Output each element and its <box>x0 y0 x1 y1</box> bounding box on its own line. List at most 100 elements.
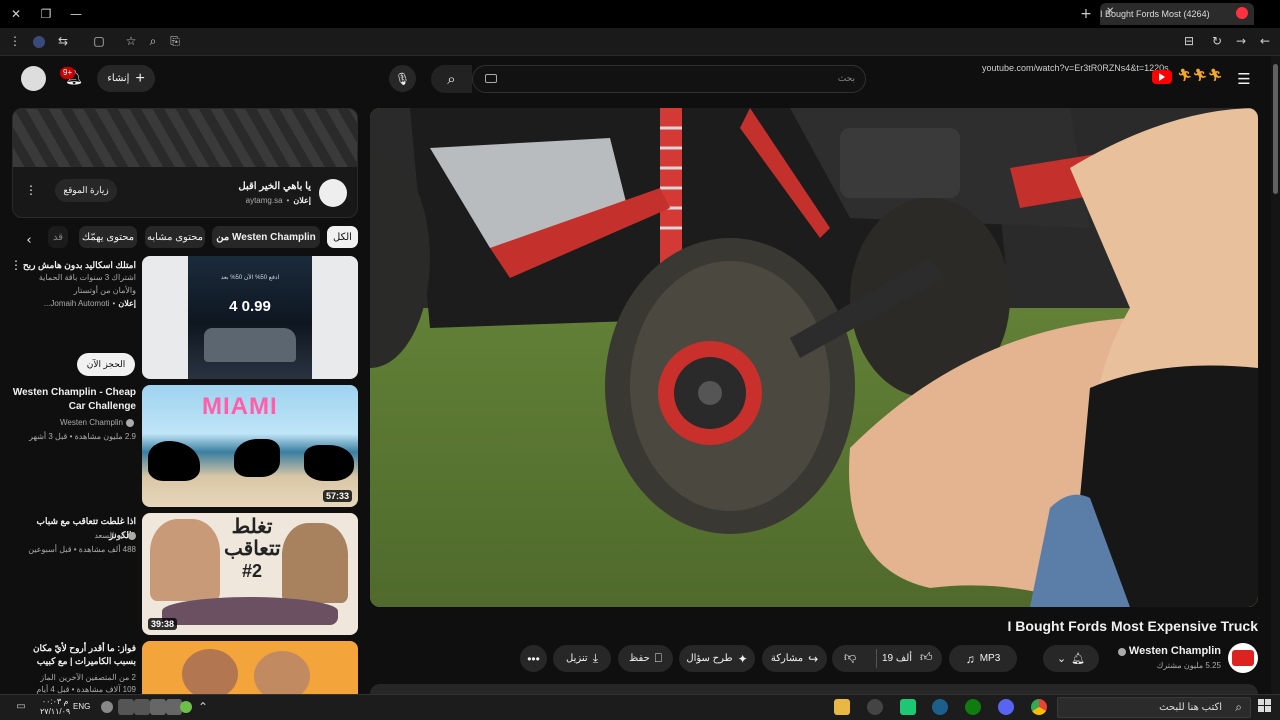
like-icon[interactable]: 👍︎ <box>920 650 933 665</box>
video-title[interactable]: Westen Champlin - Cheap Car Challenge <box>10 386 136 414</box>
network-icon[interactable] <box>118 699 134 715</box>
language-indicator[interactable]: ENG <box>73 702 90 711</box>
subscriber-count: 5.25 مليون مشترك <box>1156 661 1221 670</box>
ad-more-icon[interactable]: ⋮ <box>25 183 37 197</box>
download-icon: ⤓ <box>592 651 598 665</box>
keyboard-icon[interactable] <box>485 74 497 83</box>
car-silhouette <box>304 445 354 481</box>
zoom-icon[interactable]: ⌕ <box>146 34 160 48</box>
book-now-button[interactable]: الحجز الآن <box>77 353 135 376</box>
like-count[interactable]: 19 ألف <box>882 653 912 664</box>
taskbar-search-input[interactable]: اكتب هنا للبحث ⌕ <box>1057 697 1251 718</box>
share-page-icon[interactable]: ⎘ <box>168 34 182 48</box>
mp3-label: MP3 <box>979 653 1001 664</box>
subscribe-button[interactable]: ⌄ 🔔︎ <box>1043 645 1099 672</box>
file-explorer-icon[interactable] <box>834 699 850 715</box>
video-title[interactable]: فواز: ما أقدر أروح لأيّ مكان بسبب الكامي… <box>10 642 136 668</box>
dislike-icon[interactable]: 👎︎ <box>844 650 856 665</box>
minimize-window-icon[interactable]: — <box>68 6 84 22</box>
chevron-up-icon[interactable]: ⌃ <box>196 699 210 715</box>
taskbar: اكتب هنا للبحث ⌕ ۰۰:۰۳ م ۲۷/۱۱/۰۹ ENG ▭ <box>0 694 1280 720</box>
microphone-icon: 🎙︎ <box>394 71 411 86</box>
scrollbar-thumb[interactable] <box>1273 64 1278 194</box>
notification-center-icon[interactable]: ▭ <box>14 699 28 713</box>
video-player[interactable] <box>370 108 1258 607</box>
steam-icon[interactable] <box>932 699 948 715</box>
volume-icon[interactable] <box>134 699 150 715</box>
more-actions-button[interactable]: ••• <box>520 645 547 672</box>
tray-app-icon[interactable] <box>150 699 166 715</box>
close-window-icon[interactable]: ✕ <box>8 6 24 22</box>
new-tab-icon[interactable]: + <box>1078 6 1094 22</box>
ad-thumbnail[interactable]: ادفع 50% الآن 50% بعد 4 0.99 <box>142 256 358 379</box>
ask-button[interactable]: طرح سؤال ✦ <box>679 645 755 672</box>
bookmark-star-icon[interactable]: ☆ <box>124 34 138 48</box>
puzzle-icon[interactable]: ▢ <box>92 34 106 48</box>
thumb-title-line2: تتعاقب <box>224 538 281 560</box>
discord-icon[interactable] <box>998 699 1014 715</box>
video-frame <box>370 108 1258 607</box>
app-icon[interactable] <box>900 699 916 715</box>
tab-close-icon[interactable]: ✕ <box>1106 6 1114 17</box>
back-arrow-icon[interactable]: ← <box>1258 34 1272 48</box>
chip-more[interactable]: قد <box>48 226 68 248</box>
xbox-icon[interactable] <box>965 699 981 715</box>
ad-title: يا باهي الخير اقبل <box>238 181 311 192</box>
search-icon: ⌕ <box>447 70 456 88</box>
tray-app-icon[interactable] <box>101 701 113 713</box>
save-button[interactable]: حفظ ⎕ <box>618 645 673 672</box>
video-thumbnail[interactable]: MIAMI 57:33 <box>142 385 358 507</box>
description-box[interactable] <box>370 684 1258 694</box>
channel-avatar[interactable] <box>1228 643 1258 673</box>
chrome-icon[interactable] <box>1031 699 1047 715</box>
verified-icon <box>128 532 136 540</box>
video-title: I Bought Fords Most Expensive Truck <box>1007 618 1258 634</box>
car-image <box>204 328 296 362</box>
avatar[interactable] <box>21 66 46 91</box>
ad-card[interactable]: يا باهي الخير اقبل إعلان • aytamg.sa زيا… <box>12 108 358 218</box>
chevron-left-icon[interactable]: ‹ <box>22 233 36 248</box>
browser-tab[interactable]: (4264) I Bought Fords Most ✕ <box>1100 3 1254 25</box>
voice-search-button[interactable]: 🎙︎ <box>389 65 416 92</box>
windows-start-icon[interactable] <box>1258 699 1272 713</box>
more-actions-icon[interactable]: ⋮ <box>10 258 22 272</box>
tray-app-icon[interactable] <box>180 701 192 713</box>
menu-dots-icon[interactable]: ⋮ <box>8 34 22 48</box>
install-app-icon[interactable]: ⊟ <box>1182 34 1196 48</box>
chip-interest[interactable]: محتوى يهمّك <box>79 226 137 248</box>
chip-all[interactable]: الكل <box>327 226 358 248</box>
video-thumbnail[interactable]: تغلط تتعاقب #2 39:38 <box>142 513 358 635</box>
clock[interactable]: ۰۰:۰۳ م ۲۷/۱۱/۰۹ <box>40 697 70 717</box>
mp3-button[interactable]: ♫ MP3 <box>949 645 1017 672</box>
hamburger-menu-icon[interactable]: ☰ <box>1235 70 1253 88</box>
page-scrollbar[interactable] <box>1271 56 1280 694</box>
search-input[interactable]: بحث <box>472 65 866 93</box>
doodle-icon[interactable]: 🏃︎🏃︎🏃︎ <box>1177 68 1223 86</box>
reload-icon[interactable]: ↻ <box>1210 34 1224 48</box>
chip-from-channel[interactable]: من Westen Champlin <box>212 226 320 248</box>
forward-arrow-icon[interactable]: → <box>1234 34 1248 48</box>
app-icon[interactable] <box>867 699 883 715</box>
video-thumbnail[interactable] <box>142 641 358 694</box>
url-text[interactable]: youtube.com/watch?v=Er3tR0RZNs4&t=1220s <box>982 63 1169 73</box>
search-button[interactable]: ⌕ <box>431 65 472 93</box>
person-image <box>150 519 220 601</box>
channel-name[interactable]: ابو السعد <box>94 530 125 542</box>
restore-window-icon[interactable]: ❐ <box>38 6 54 22</box>
channel-name[interactable]: Westen Champlin <box>60 417 123 429</box>
thumb-title-line1: تغلط <box>231 516 273 538</box>
video-title[interactable]: امتلك اسكاليد بدون هامش ربح <box>23 258 136 272</box>
channel-name[interactable]: الماز <box>40 672 56 684</box>
ad-channel-name[interactable]: Jomaih Automoti... <box>44 298 110 310</box>
profile-icon[interactable] <box>30 33 48 51</box>
youtube-logo-icon[interactable] <box>1152 70 1172 84</box>
visit-site-button[interactable]: زيارة الموقع <box>55 179 117 202</box>
bookmark-icon: ⎕ <box>654 651 662 665</box>
create-button[interactable]: إنشاء + <box>97 65 155 92</box>
video-meta: 109 آلاف مشاهدة • قبل 4 أيام <box>36 685 136 694</box>
extension-icon[interactable]: ⇆ <box>56 34 70 48</box>
channel-name[interactable]: Westen Champlin <box>1129 645 1221 657</box>
share-button[interactable]: مشاركة ↪ <box>762 645 827 672</box>
download-button[interactable]: تنزيل ⤓ <box>553 645 611 672</box>
chip-similar[interactable]: محتوى مشابه <box>145 226 205 248</box>
